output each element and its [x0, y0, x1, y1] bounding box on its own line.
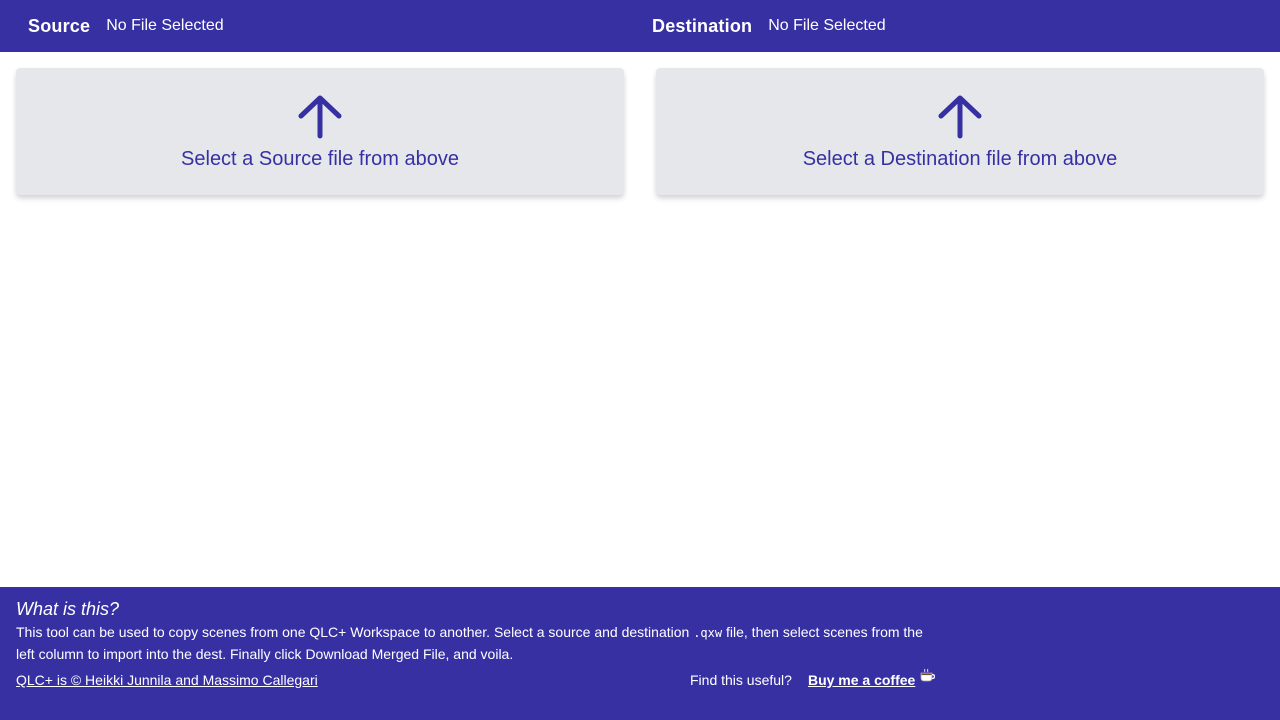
- arrow-up-icon: [298, 95, 342, 139]
- destination-dropzone[interactable]: Select a Destination file from above: [656, 68, 1264, 195]
- source-file-name[interactable]: No File Selected: [106, 17, 223, 35]
- destination-dropzone-text: Select a Destination file from above: [802, 148, 1118, 170]
- copyright-link[interactable]: QLC+ is © Heikki Junnila and Massimo Cal…: [16, 672, 318, 688]
- footer-title: What is this?: [16, 599, 120, 619]
- file-extension: .qxw: [693, 626, 723, 640]
- top-bar: Source No File Selected Destination No F…: [0, 0, 1280, 52]
- source-dropzone[interactable]: Select a Source file from above: [16, 68, 624, 195]
- buy-coffee-link[interactable]: Buy me a coffee: [807, 668, 936, 688]
- footer-description-part1: This tool can be used to copy scenes fro…: [16, 624, 694, 640]
- destination-label[interactable]: Destination: [652, 16, 752, 37]
- source-dropzone-text: Select a Source file from above: [181, 148, 459, 170]
- support-text: Find this useful?: [690, 672, 792, 688]
- coffee-cup-icon: [920, 668, 936, 682]
- source-label[interactable]: Source: [28, 16, 90, 37]
- support-section: Find this useful? Buy me a coffee: [690, 668, 936, 688]
- destination-file-name[interactable]: No File Selected: [768, 17, 885, 35]
- arrow-up-icon: [938, 95, 982, 139]
- footer-description: This tool can be used to copy scenes fro…: [16, 622, 936, 665]
- destination-header: Destination No File Selected: [640, 0, 1280, 52]
- footer-bottom: QLC+ is © Heikki Junnila and Massimo Cal…: [16, 668, 1264, 694]
- buy-coffee-label: Buy me a coffee: [807, 672, 916, 688]
- footer: What is this? This tool can be used to c…: [0, 587, 1280, 720]
- source-header: Source No File Selected: [0, 0, 640, 52]
